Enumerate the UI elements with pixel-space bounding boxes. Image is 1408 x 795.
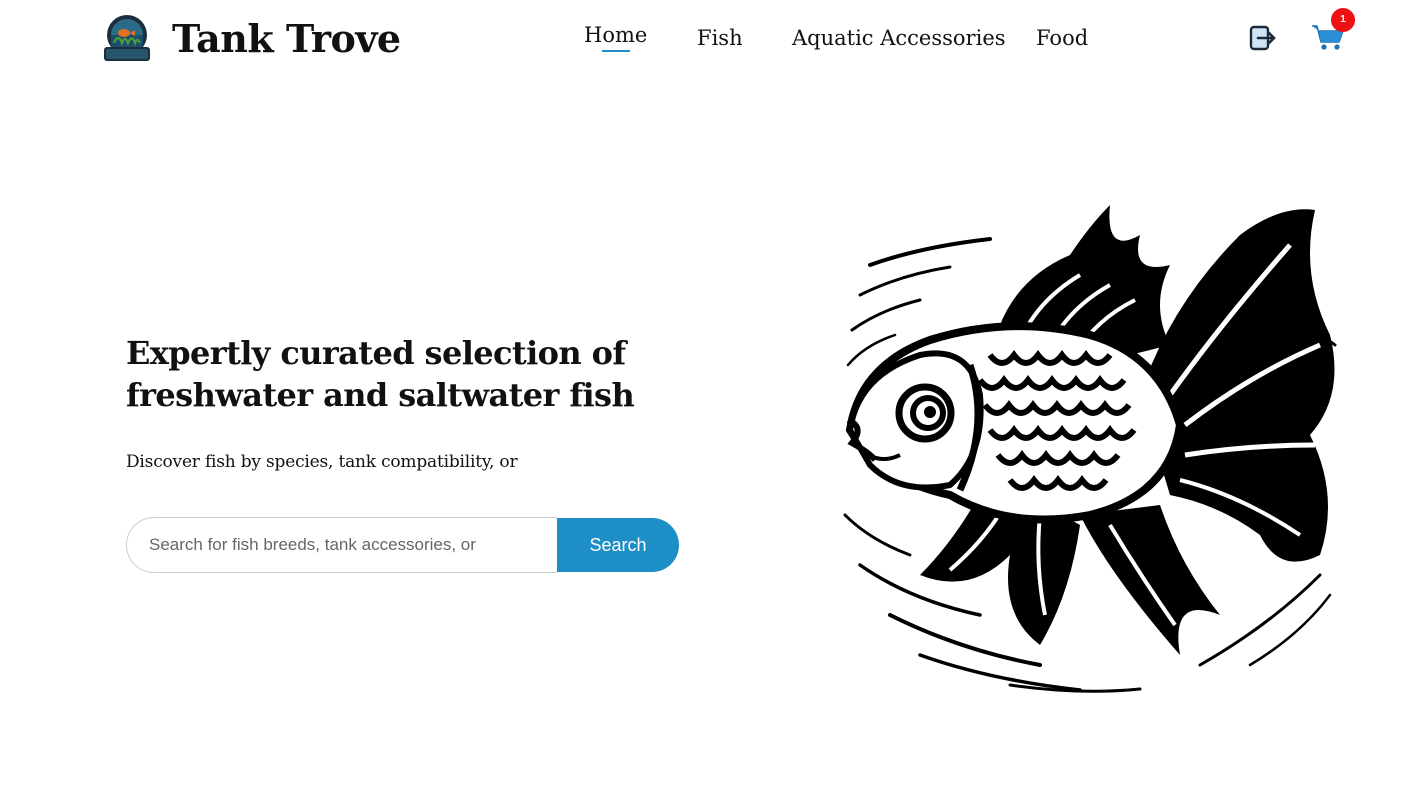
- nav-aquatic-accessories[interactable]: Aquatic Accessories: [792, 22, 1006, 54]
- login-icon[interactable]: [1248, 24, 1278, 52]
- cart-count-badge: 1: [1331, 8, 1355, 32]
- nav-fish[interactable]: Fish: [697, 22, 743, 54]
- search-input[interactable]: [126, 517, 557, 573]
- search-button[interactable]: Search: [557, 518, 679, 572]
- hero-title: Expertly curated selection of freshwater…: [126, 334, 635, 414]
- site-header: Tank Trove Home Fish Aquatic Accessories…: [0, 0, 1408, 80]
- logo[interactable]: [100, 13, 154, 65]
- hero-subtitle: Discover fish by species, tank compatibi…: [126, 452, 518, 472]
- brand-name[interactable]: Tank Trove: [172, 14, 401, 64]
- search-bar: Search: [126, 517, 679, 573]
- nav-food[interactable]: Food: [1036, 22, 1088, 54]
- logo-badge: [100, 13, 154, 65]
- goldfish-illustration: [840, 195, 1350, 695]
- nav-home[interactable]: Home: [584, 19, 647, 51]
